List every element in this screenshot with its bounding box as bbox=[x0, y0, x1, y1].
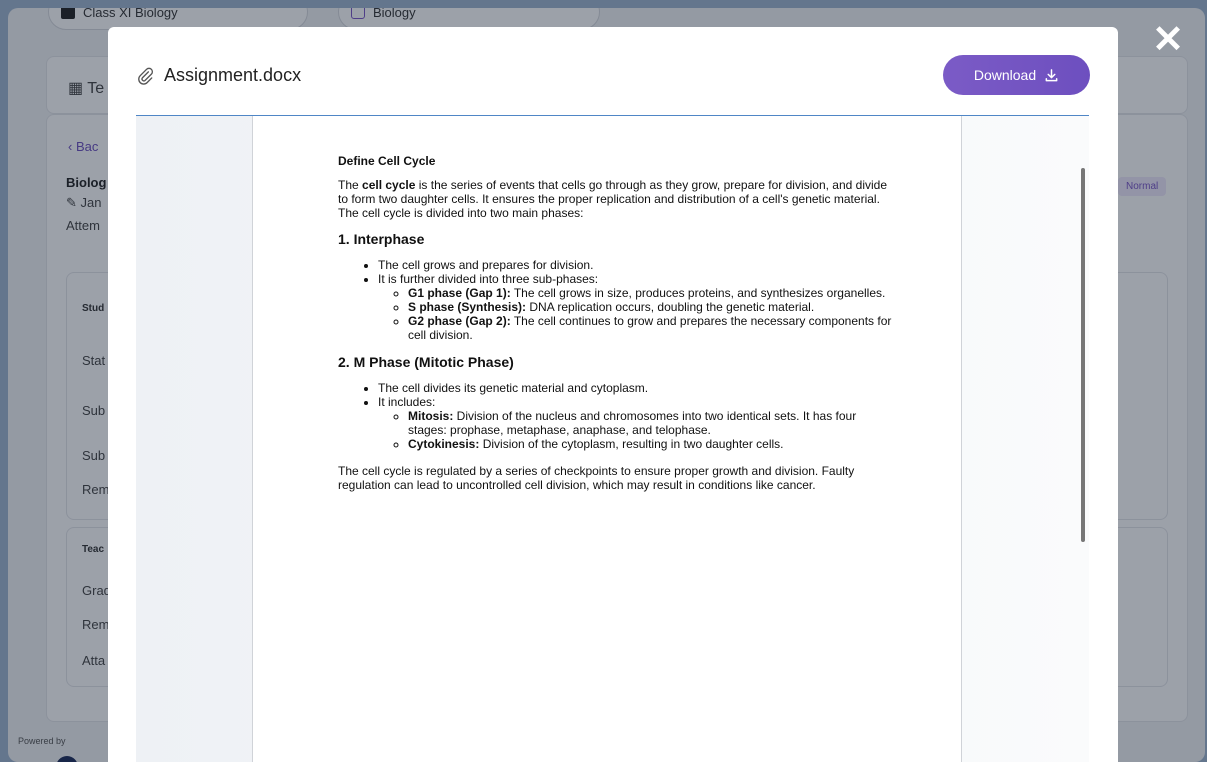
download-button[interactable]: Download bbox=[943, 55, 1090, 95]
viewer-scrollbar[interactable] bbox=[1081, 168, 1085, 542]
download-icon bbox=[1045, 68, 1058, 81]
file-preview-modal: Assignment.docx Download Define Cell Cyc… bbox=[108, 27, 1118, 762]
list-item: G2 phase (Gap 2): The cell continues to … bbox=[408, 314, 898, 342]
list-item: The cell divides its genetic material an… bbox=[378, 381, 898, 395]
list-item: It is further divided into three sub-pha… bbox=[378, 272, 898, 342]
sub-list: G1 phase (Gap 1): The cell grows in size… bbox=[378, 286, 898, 342]
list-item: Mitosis: Division of the nucleus and chr… bbox=[408, 409, 898, 437]
list-item: S phase (Synthesis): DNA replication occ… bbox=[408, 300, 898, 314]
doc-title: Define Cell Cycle bbox=[338, 154, 436, 168]
download-label: Download bbox=[973, 67, 1037, 83]
file-name: Assignment.docx bbox=[164, 65, 302, 85]
modal-header: Assignment.docx bbox=[136, 65, 301, 86]
document-page: Define Cell Cycle The cell cycle is the … bbox=[252, 116, 962, 762]
list-item: G1 phase (Gap 1): The cell grows in size… bbox=[408, 286, 898, 300]
close-icon[interactable]: ✕ bbox=[1150, 21, 1186, 59]
document-viewer[interactable]: Define Cell Cycle The cell cycle is the … bbox=[136, 115, 1089, 762]
paperclip-icon bbox=[138, 67, 154, 85]
doc-intro: The cell cycle is the series of events t… bbox=[338, 178, 888, 220]
document-content: Define Cell Cycle The cell cycle is the … bbox=[338, 154, 898, 504]
list-item: The cell grows and prepares for division… bbox=[378, 258, 898, 272]
section-list: The cell grows and prepares for division… bbox=[338, 258, 898, 342]
section-list: The cell divides its genetic material an… bbox=[338, 381, 898, 451]
doc-conclusion: The cell cycle is regulated by a series … bbox=[338, 464, 855, 492]
list-item: Cytokinesis: Division of the cytoplasm, … bbox=[408, 437, 898, 451]
section-heading: 1. Interphase bbox=[338, 231, 425, 247]
sub-list: Mitosis: Division of the nucleus and chr… bbox=[378, 409, 898, 451]
section-heading: 2. M Phase (Mitotic Phase) bbox=[338, 354, 514, 370]
list-item: It includes: Mitosis: Division of the nu… bbox=[378, 395, 898, 451]
